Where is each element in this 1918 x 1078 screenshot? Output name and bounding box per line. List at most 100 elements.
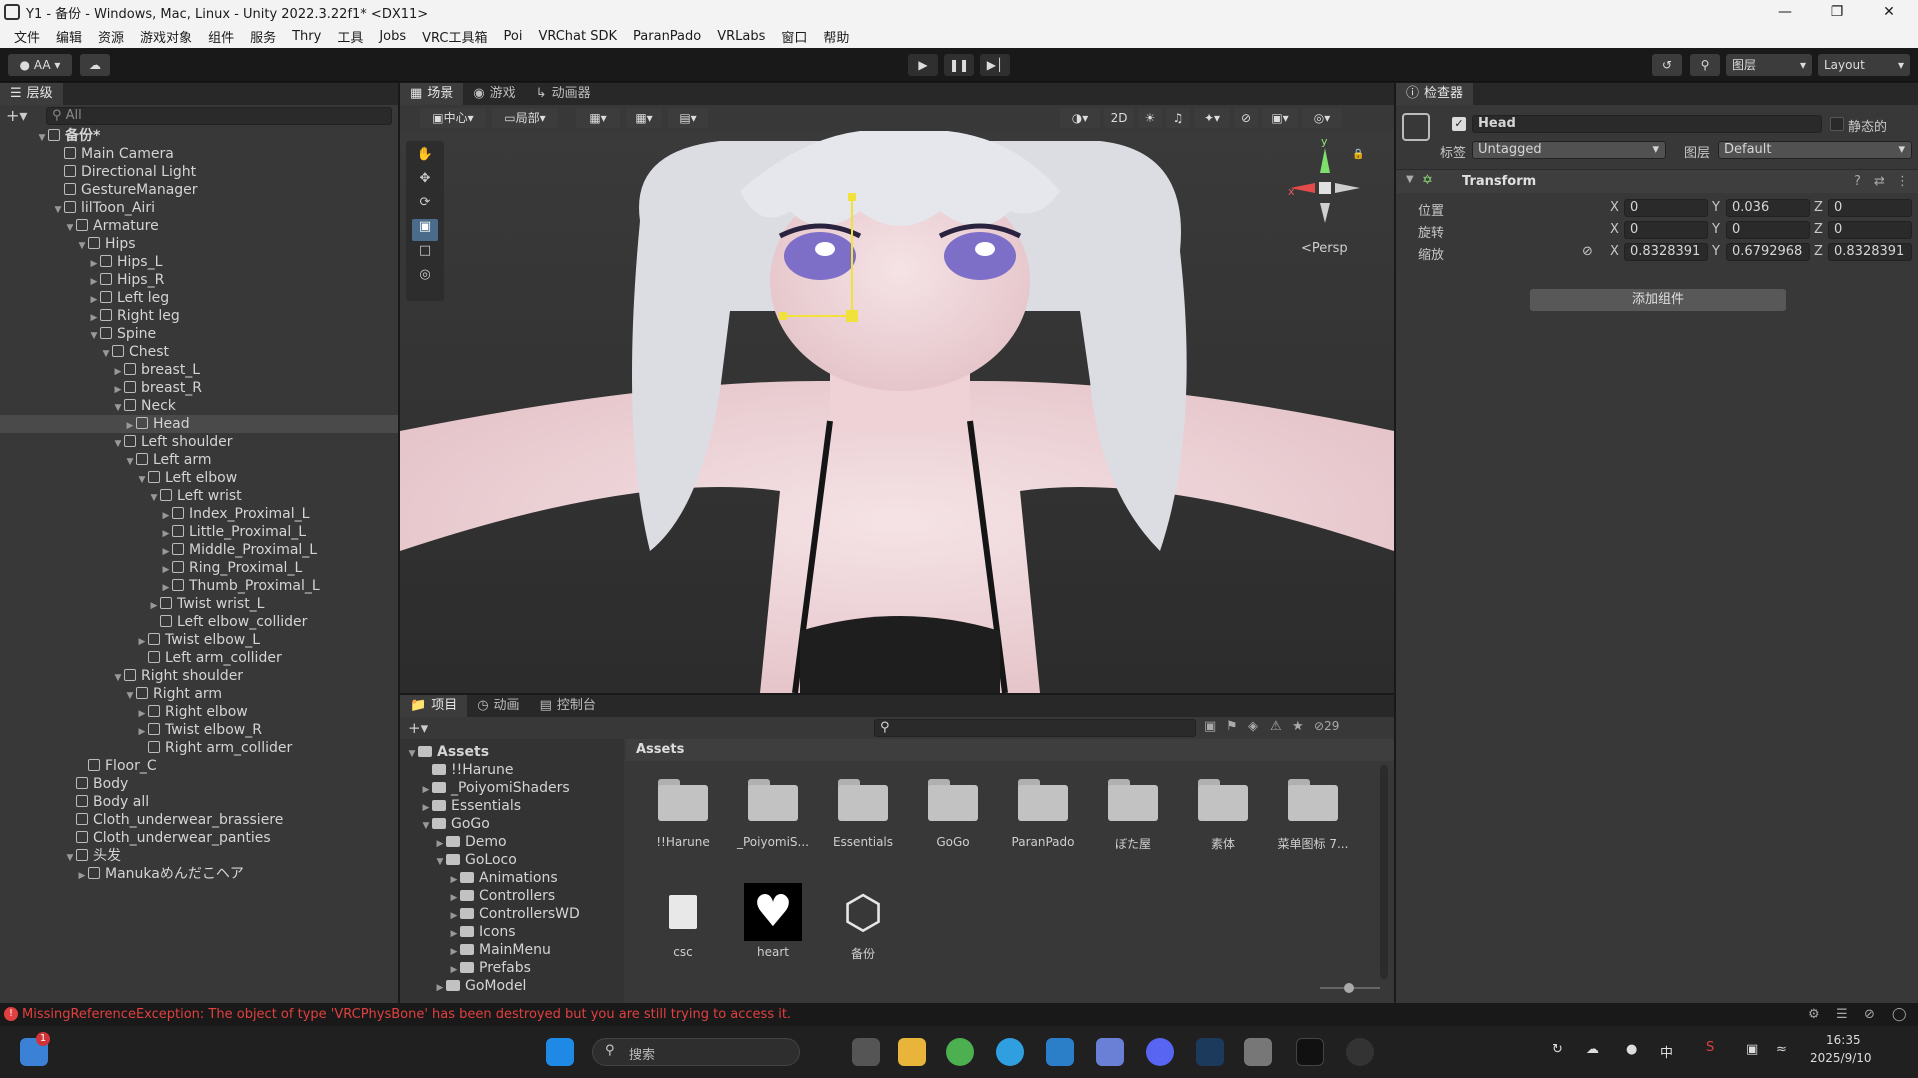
gizmo-center-cube[interactable] (1319, 182, 1331, 194)
heart-icon[interactable]: ♥ (744, 883, 802, 941)
transform-header[interactable]: ▼ ✡ Transform ? ⇄ ⋮ (1396, 169, 1918, 193)
hierarchy-item[interactable]: ▶ Twist elbow_L (0, 631, 398, 649)
asset-folder[interactable] (834, 775, 892, 821)
asset-folder[interactable] (744, 775, 802, 821)
hierarchy-item[interactable]: ▶ Little_Proximal_L (0, 523, 398, 541)
active-checkbox[interactable]: ✓ (1452, 117, 1466, 131)
task-view-icon[interactable] (852, 1038, 880, 1066)
hierarchy-item[interactable]: ▶ Manukaめんだこヘア (0, 865, 398, 883)
tab-animation[interactable]: ◷ 动画 (467, 695, 529, 717)
hierarchy-item[interactable]: ▼ Left wrist (0, 487, 398, 505)
unity-taskbar-icon[interactable] (1244, 1038, 1272, 1066)
hierarchy-item[interactable]: ▼ Spine (0, 325, 398, 343)
menu-tools[interactable]: 工具 (329, 27, 371, 46)
hierarchy-item[interactable]: ▼ Neck (0, 397, 398, 415)
camera-dropdown[interactable]: ▣▾ (1262, 108, 1298, 128)
hierarchy-search-input[interactable]: ⚲ All (46, 107, 392, 125)
minimize-icon[interactable]: — (1762, 0, 1808, 24)
align-button[interactable]: ▤▾ (668, 108, 708, 128)
clock-date[interactable]: 2025/9/10 (1810, 1051, 1872, 1065)
hierarchy-item[interactable]: ▼ 头发 (0, 847, 398, 865)
project-folder-item[interactable]: !!Harune (420, 761, 513, 779)
axis-z-label[interactable]: Z (1814, 200, 1823, 215)
asset-folder[interactable] (1014, 775, 1072, 821)
menu-help[interactable]: 帮助 (815, 27, 857, 46)
asset-folder[interactable] (1284, 775, 1342, 821)
menu-jobs[interactable]: Jobs (371, 29, 414, 44)
scene-root[interactable]: ▼ 备份* (0, 127, 398, 145)
hierarchy-item[interactable]: ▶ breast_L (0, 361, 398, 379)
menu-file[interactable]: 文件 (6, 27, 48, 46)
tag-icon[interactable]: ◈ (1248, 719, 1258, 734)
start-icon[interactable] (546, 1038, 574, 1066)
favorite-icon[interactable]: ★ (1292, 719, 1304, 734)
taskbar-search[interactable]: ⚲ 搜索 (592, 1038, 800, 1066)
hierarchy-item[interactable]: Floor_C (0, 757, 398, 775)
mic-icon[interactable]: ● (1626, 1042, 1637, 1057)
hierarchy-item[interactable]: ▶ Thumb_Proximal_L (0, 577, 398, 595)
project-folder-item[interactable]: ▶ MainMenu (448, 941, 551, 959)
menu-services[interactable]: 服务 (242, 27, 284, 46)
move-tool-icon[interactable]: ✥ (412, 171, 438, 193)
wifi-icon[interactable]: ≈ (1776, 1042, 1787, 1057)
add-component-button[interactable]: 添加组件 (1530, 289, 1786, 311)
rect-tool-icon[interactable]: □ (412, 243, 438, 265)
expand-arrow[interactable]: ▼ (420, 817, 432, 835)
edge-icon[interactable] (996, 1038, 1024, 1066)
tab-inspector[interactable]: ⓘ 检查器 (1396, 83, 1474, 105)
gizmo-x-handle[interactable] (779, 312, 787, 320)
hierarchy-item[interactable]: ▶ Right leg (0, 307, 398, 325)
help-icon[interactable]: ? (1854, 174, 1861, 189)
debug-icon[interactable]: ⚙ (1808, 1007, 1820, 1022)
project-folder-item[interactable]: ▶ Controllers (448, 887, 556, 905)
app-icon-link[interactable] (1096, 1038, 1124, 1066)
hidden-packages-button[interactable]: ⊘29 (1314, 719, 1339, 733)
menu-gameobject[interactable]: 游戏对象 (132, 27, 200, 46)
transform-x-field[interactable]: 0 (1624, 221, 1708, 239)
lock-icon[interactable]: 🔒 (1352, 149, 1364, 160)
transform-z-field[interactable]: 0.8328391 (1828, 243, 1912, 261)
breadcrumb-assets[interactable]: Assets (636, 742, 684, 757)
hierarchy-item[interactable]: ▼ lilToon_Airi (0, 199, 398, 217)
progress-status-icon[interactable]: ◯ (1892, 1007, 1907, 1022)
hierarchy-item[interactable]: Body (0, 775, 398, 793)
project-folder-item[interactable]: ▼ GoGo (420, 815, 490, 833)
effects-dropdown[interactable]: ✦▾ (1194, 108, 1230, 128)
hierarchy-item[interactable]: ▶ Right elbow (0, 703, 398, 721)
layers-status-icon[interactable]: ☰ (1836, 1007, 1848, 1022)
transform-x-field[interactable]: 0 (1624, 199, 1708, 217)
chrome-icon[interactable] (946, 1038, 974, 1066)
hierarchy-item[interactable]: ▶ breast_R (0, 379, 398, 397)
hierarchy-item[interactable]: ▶ Head (0, 415, 398, 433)
collapse-arrow[interactable]: ▼ (1406, 174, 1414, 185)
menu-vrc-toolbox[interactable]: VRC工具箱 (414, 27, 495, 46)
gizmo-y-cone[interactable] (1320, 148, 1330, 173)
axis-x-label[interactable]: X (1610, 222, 1619, 237)
transform-tool-icon[interactable]: ◎ (412, 267, 438, 289)
asset-folder[interactable] (654, 775, 712, 821)
axis-z-label[interactable]: Z (1814, 222, 1823, 237)
file-explorer-icon[interactable] (898, 1038, 926, 1066)
menu-paranpado[interactable]: ParanPado (625, 29, 709, 44)
axis-x-label[interactable]: X (1610, 200, 1619, 215)
hierarchy-item[interactable]: Cloth_underwear_brassiere (0, 811, 398, 829)
tab-project[interactable]: 📁 项目 (400, 695, 468, 717)
scene-viewport[interactable] (400, 131, 1394, 693)
play-button[interactable]: ▶ (908, 54, 938, 76)
axis-z-label[interactable]: Z (1814, 244, 1823, 259)
static-checkbox[interactable] (1830, 117, 1844, 131)
create-asset-button[interactable]: +▾ (408, 719, 428, 737)
gizmo-center-handle[interactable] (846, 310, 858, 322)
zoom-slider-thumb[interactable] (1344, 983, 1354, 993)
search-icon[interactable]: ⚲ (1690, 54, 1720, 76)
preset-icon[interactable]: ⇄ (1874, 174, 1885, 189)
hierarchy-item[interactable]: ▶ Twist elbow_R (0, 721, 398, 739)
unity-scene-icon[interactable]: ⬡ (834, 883, 892, 941)
axis-x-label[interactable]: X (1610, 244, 1619, 259)
menu-vrchat-sdk[interactable]: VRChat SDK (530, 29, 625, 44)
discord-icon[interactable] (1146, 1038, 1174, 1066)
transform-z-field[interactable]: 0 (1828, 221, 1912, 239)
transform-y-field[interactable]: 0.036 (1726, 199, 1810, 217)
hierarchy-item[interactable]: Body all (0, 793, 398, 811)
project-folder-item[interactable]: ▶ Prefabs (448, 959, 531, 977)
